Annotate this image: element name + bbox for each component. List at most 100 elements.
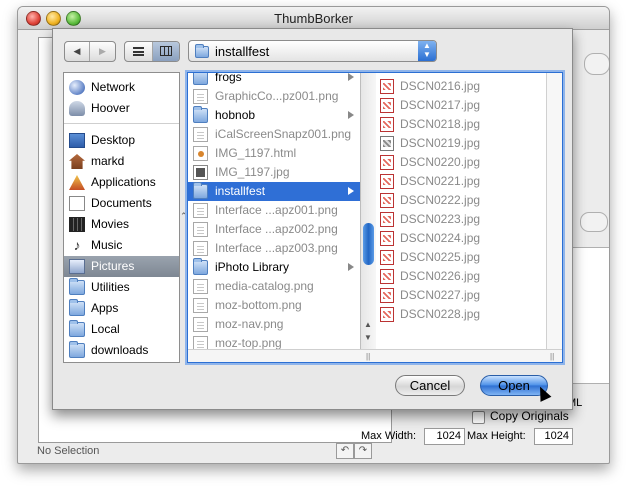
column-resize-icon[interactable]: || xyxy=(550,352,554,361)
cancel-button[interactable]: Cancel xyxy=(395,375,465,396)
column-view-button[interactable] xyxy=(153,42,179,61)
file-row[interactable]: DSCN0228.jpg xyxy=(376,305,546,324)
sidebar-item-applications[interactable]: Applications xyxy=(64,172,179,193)
selection-status: No Selection xyxy=(37,445,100,457)
file-row[interactable]: DSCN0226.jpg xyxy=(376,267,546,286)
folder-row[interactable]: installfest xyxy=(188,182,360,201)
sidebar-item-label: markd xyxy=(91,154,125,168)
sidebar-item-label: Applications xyxy=(91,175,156,189)
file-row[interactable]: DSCN0220.jpg xyxy=(376,153,546,172)
file-row[interactable]: moz-nav.png xyxy=(188,315,360,334)
jpeg-file-icon xyxy=(380,307,394,322)
title-bar[interactable]: ThumbBorker xyxy=(18,7,609,30)
disclosure-arrow-icon xyxy=(348,111,354,119)
sidebar-item-network[interactable]: Network xyxy=(64,77,179,98)
row-label: Interface ...apz001.png xyxy=(215,203,338,217)
jpeg-file-icon xyxy=(380,269,394,284)
browser-column-2[interactable]: DSCN0216.jpg DSCN0217.jpg DSCN0218.jpg DSCN… xyxy=(376,73,546,349)
sidebar-item-hoover[interactable]: Hoover xyxy=(64,98,179,119)
folder-row[interactable]: iPhoto Library xyxy=(188,258,360,277)
file-row[interactable]: DSCN0223.jpg xyxy=(376,210,546,229)
view-mode-control xyxy=(124,41,180,62)
sidebar: Network Hoover Desktop markd Applications Doc… xyxy=(63,72,180,363)
sidebar-item-markd[interactable]: markd xyxy=(64,151,179,172)
max-height-label: Max Height: xyxy=(467,430,526,442)
back-button[interactable]: ◀ xyxy=(65,42,90,61)
file-row[interactable]: Interface ...apz003.png xyxy=(188,239,360,258)
file-row[interactable]: IMG_1197.html xyxy=(188,144,360,163)
path-popup[interactable]: installfest ▲ ▼ xyxy=(188,40,437,62)
row-label: media-catalog.png xyxy=(215,279,314,293)
folder-row[interactable]: frogs xyxy=(188,73,360,87)
column-resize-icon[interactable]: || xyxy=(366,352,370,361)
row-label: iPhoto Library xyxy=(215,260,290,274)
scroll-arrows-icon[interactable]: ▲ ▼ xyxy=(364,318,372,344)
sidebar-item-apps[interactable]: Apps xyxy=(64,298,179,319)
row-label: DSCN0222.jpg xyxy=(400,193,481,207)
sidebar-item-downloads[interactable]: downloads xyxy=(64,340,179,361)
sidebar-item-label: Utilities xyxy=(91,280,130,294)
sidebar-item-music[interactable]: ♪ Music xyxy=(64,235,179,256)
folder-icon xyxy=(193,258,208,275)
file-row[interactable]: iCalScreenSnapz001.png xyxy=(188,125,360,144)
max-width-field[interactable]: 1024 xyxy=(424,428,465,445)
file-row[interactable]: DSCN0224.jpg xyxy=(376,229,546,248)
file-row[interactable]: DSCN0219.jpg xyxy=(376,134,546,153)
jpeg-file-icon xyxy=(380,231,394,246)
row-label: DSCN0224.jpg xyxy=(400,231,481,245)
folder-icon xyxy=(69,299,85,316)
jpeg-file-icon xyxy=(380,174,394,189)
file-row[interactable]: IMG_1197.jpg xyxy=(188,163,360,182)
jpeg-file-icon xyxy=(380,193,394,208)
file-row[interactable]: Interface ...apz002.png xyxy=(188,220,360,239)
image-file-icon xyxy=(193,298,208,313)
sidebar-item-movies[interactable]: Movies xyxy=(64,214,179,235)
row-label: GraphicCo...pz001.png xyxy=(215,89,339,103)
file-row[interactable]: moz-top.png xyxy=(188,334,360,349)
list-view-button[interactable] xyxy=(125,42,153,61)
forward-button[interactable]: ▶ xyxy=(90,42,115,61)
file-row[interactable]: DSCN0217.jpg xyxy=(376,96,546,115)
file-row[interactable]: Interface ...apz001.png xyxy=(188,201,360,220)
file-row[interactable]: DSCN0225.jpg xyxy=(376,248,546,267)
jpeg-file-icon xyxy=(380,79,394,94)
file-row[interactable]: DSCN0227.jpg xyxy=(376,286,546,305)
sidebar-item-local[interactable]: Local xyxy=(64,319,179,340)
sidebar-item-pictures[interactable]: Pictures xyxy=(64,256,179,277)
file-row[interactable]: DSCN0218.jpg xyxy=(376,115,546,134)
column-1-scroll-thumb[interactable] xyxy=(363,223,374,265)
row-label: IMG_1197.jpg xyxy=(215,165,290,179)
column-1-scrollbar[interactable]: ▲ ▼ xyxy=(360,73,376,349)
rotate-right-button[interactable]: ↷ xyxy=(354,443,372,459)
file-row[interactable]: DSCN0222.jpg xyxy=(376,191,546,210)
max-height-field[interactable]: 1024 xyxy=(534,428,573,445)
person-icon xyxy=(69,101,85,116)
row-label: moz-bottom.png xyxy=(215,298,302,312)
copy-originals-checkbox[interactable] xyxy=(472,411,485,424)
file-row[interactable]: DSCN0216.jpg xyxy=(376,77,546,96)
background-control xyxy=(580,212,608,232)
file-row[interactable]: moz-bottom.png xyxy=(188,296,360,315)
file-row[interactable]: DSCN0221.jpg xyxy=(376,172,546,191)
column-browser: frogs GraphicCo...pz001.png hobnob iCalScre… xyxy=(187,72,563,363)
sidebar-item-label: Pictures xyxy=(91,259,135,273)
browser-column-1[interactable]: frogs GraphicCo...pz001.png hobnob iCalScre… xyxy=(188,73,360,349)
sidebar-item-documents[interactable]: Documents xyxy=(64,193,179,214)
file-row[interactable]: media-catalog.png xyxy=(188,277,360,296)
open-dialog-sheet: ◀ ▶ installfest ▲ ▼ Network Hoover Desktop m… xyxy=(52,28,573,410)
sidebar-item-label: Local xyxy=(91,322,120,336)
folder-icon xyxy=(193,106,208,123)
folder-icon xyxy=(69,320,85,337)
folder-icon xyxy=(193,73,208,85)
sidebar-item-desktop[interactable]: Desktop xyxy=(64,130,179,151)
folder-row[interactable]: hobnob xyxy=(188,106,360,125)
sidebar-item-utilities[interactable]: Utilities xyxy=(64,277,179,298)
jpeg-file-icon xyxy=(380,98,394,113)
column-2-scrollbar[interactable] xyxy=(546,73,562,349)
rotate-left-button[interactable]: ↶ xyxy=(336,443,354,459)
horizontal-scrollbar[interactable]: || || xyxy=(188,349,562,362)
jpeg-file-icon xyxy=(380,136,394,151)
path-label: installfest xyxy=(215,44,270,59)
file-row[interactable]: GraphicCo...pz001.png xyxy=(188,87,360,106)
pictures-icon xyxy=(69,259,85,274)
